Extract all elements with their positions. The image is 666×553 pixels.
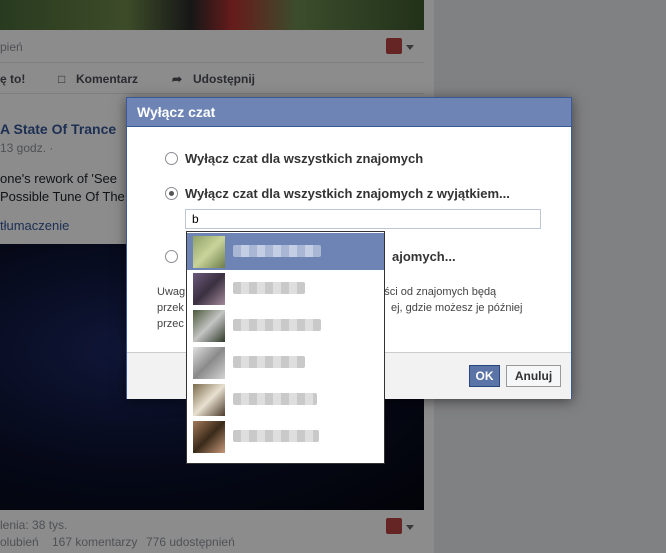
suggestion-name	[233, 393, 317, 405]
radio-label[interactable]: Wyłącz czat dla wszystkich znajomych z w…	[185, 186, 510, 201]
note-text: Uwag	[157, 286, 186, 298]
dialog-header: Wyłącz czat	[127, 98, 571, 127]
suggestion-item[interactable]	[187, 233, 384, 270]
avatar	[193, 273, 225, 305]
radio-label[interactable]: ajomych...	[392, 249, 456, 264]
ok-button[interactable]: OK	[469, 365, 500, 387]
suggestion-name	[233, 245, 321, 257]
suggestion-name	[233, 319, 321, 331]
note-text: mości od znajomych będą	[369, 286, 497, 298]
suggestion-name	[233, 430, 319, 442]
suggestion-item[interactable]	[187, 270, 384, 307]
radio-all-friends[interactable]	[165, 152, 178, 165]
suggestion-name	[233, 282, 305, 294]
radio-label[interactable]: Wyłącz czat dla wszystkich znajomych	[185, 151, 423, 166]
suggestion-item[interactable]	[187, 381, 384, 418]
avatar	[193, 236, 225, 268]
note-text: ej, gdzie możesz je później	[391, 302, 523, 314]
suggestion-item[interactable]	[187, 307, 384, 344]
radio-all-except[interactable]	[165, 187, 178, 200]
suggestion-name	[233, 356, 305, 368]
friend-search-input[interactable]	[185, 209, 541, 229]
avatar	[193, 310, 225, 342]
cancel-button[interactable]: Anuluj	[506, 365, 561, 387]
note-text: przec	[157, 318, 184, 330]
suggestion-item[interactable]	[187, 418, 384, 455]
radio-some-friends[interactable]	[165, 250, 178, 263]
suggestion-item[interactable]	[187, 344, 384, 381]
avatar	[193, 347, 225, 379]
avatar	[193, 384, 225, 416]
dialog-title: Wyłącz czat	[137, 104, 216, 120]
friend-suggestions-dropdown	[186, 231, 385, 464]
avatar	[193, 421, 225, 453]
note-text: przek	[157, 302, 184, 314]
